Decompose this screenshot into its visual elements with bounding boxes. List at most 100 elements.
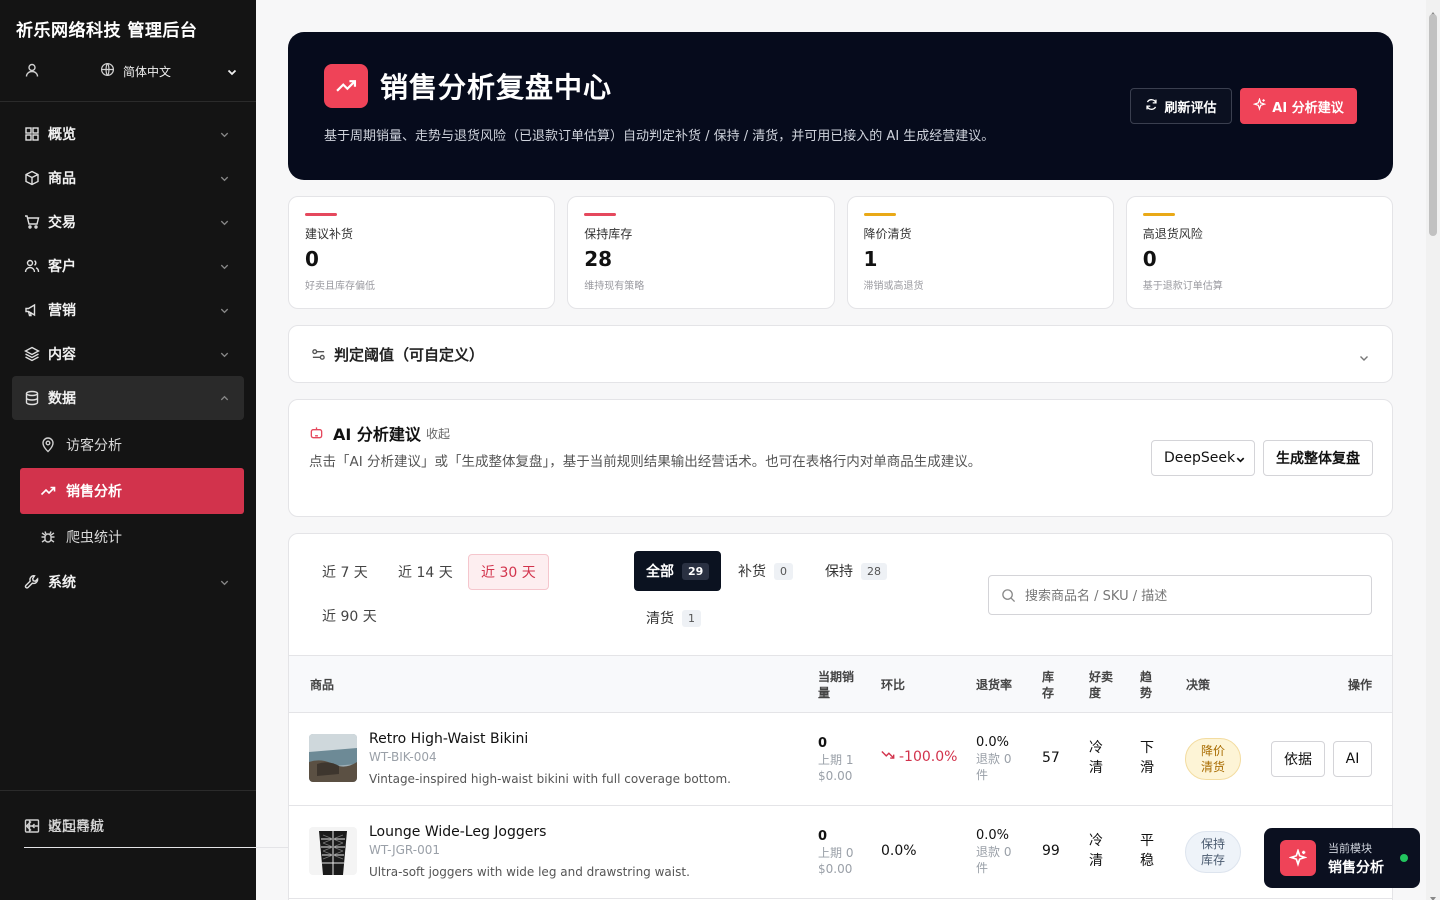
filter-label: 保持 — [825, 564, 853, 580]
ai-suggestion-panel: AI 分析建议 收起 点击「AI 分析建议」或「生成整体复盘」，基于当前规则结果… — [288, 399, 1393, 517]
sales-prev: 上期 1 — [818, 753, 854, 767]
nav-label: 交易 — [48, 215, 76, 231]
nav-item-content[interactable]: 内容 — [12, 332, 244, 376]
product-thumbnail — [309, 827, 357, 875]
chevron-up-icon — [219, 392, 230, 403]
generate-review-button[interactable]: 生成整体复盘 — [1263, 440, 1373, 476]
card-value: 1 — [863, 247, 878, 271]
panel-collapse-icon — [24, 818, 40, 834]
scroll-down-icon[interactable] — [1429, 888, 1437, 900]
sidebar-item-visitor-analysis[interactable]: 访客分析 — [20, 422, 244, 468]
nav-item-customers[interactable]: 客户 — [12, 244, 244, 288]
trend-value: 下滑 — [1140, 740, 1154, 776]
sidebar: 祈乐网络科技 管理后台 简体中文 概览 商品 交易 客户 营销 内容 数据 访客… — [0, 0, 1129, 900]
sparkle-icon — [1280, 840, 1316, 876]
stock-value: 57 — [1042, 750, 1060, 766]
basis-button[interactable]: 依据 — [1271, 741, 1325, 777]
nav-item-marketing[interactable]: 营销 — [12, 288, 244, 332]
nav-label: 客户 — [48, 259, 76, 275]
sub-label: 销售分析 — [66, 484, 122, 500]
scroll-up-icon[interactable] — [1429, 3, 1437, 16]
sidebar-top-controls: 简体中文 — [0, 56, 256, 86]
trend-icon — [40, 483, 56, 499]
ai-label: AI 分析建议 — [1272, 100, 1344, 116]
search-icon — [1001, 588, 1016, 603]
filter-tab-all[interactable]: 全部 29 — [634, 551, 722, 591]
page-scrollbar[interactable] — [1426, 0, 1440, 900]
nav-label: 概览 — [48, 127, 76, 143]
nav-item-overview[interactable]: 概览 — [12, 112, 244, 156]
th-mom: 环比 — [881, 678, 906, 692]
th-sales: 当期销量 — [818, 670, 855, 700]
card-sub: 好卖且库存偏低 — [305, 281, 375, 292]
nav-item-products[interactable]: 商品 — [12, 156, 244, 200]
filter-tab-clearance[interactable]: 清货 1 — [634, 598, 713, 638]
chevron-down-icon[interactable] — [226, 63, 238, 76]
sidebar-item-crawler-stats[interactable]: 爬虫统计 — [20, 514, 244, 560]
nav-item-data[interactable]: 数据 — [12, 376, 244, 420]
sales-amount: $0.00 — [818, 862, 853, 876]
card-sub: 滞销或高退货 — [863, 281, 924, 292]
card-value: 0 — [1142, 247, 1157, 271]
nav-item-system[interactable]: 系统 — [12, 560, 244, 604]
product-description: Vintage-inspired high-waist bikini with … — [369, 772, 731, 786]
chevron-down-icon — [1358, 349, 1370, 361]
product-name[interactable]: Retro High-Waist Bikini — [369, 731, 528, 747]
popularity-value: 冷清 — [1089, 740, 1103, 776]
current-module-widget[interactable]: 当前模块 销售分析 — [1264, 828, 1420, 888]
model-select[interactable]: DeepSeek — [1151, 440, 1255, 476]
row-ai-button[interactable]: AI — [1333, 741, 1372, 777]
card-accent — [584, 213, 617, 216]
refresh-evaluation-button[interactable]: 刷新评估 — [1130, 88, 1232, 124]
filter-label: 补货 — [738, 564, 766, 580]
chevron-down-icon — [219, 216, 230, 227]
search-input[interactable] — [1025, 585, 1355, 607]
layers-icon — [24, 346, 40, 362]
table-header: 商品 当期销量 环比 退货率 库存 好卖度 趋势 决策 操作 — [289, 655, 1392, 713]
card-sub: 基于退款订单估算 — [1142, 281, 1223, 292]
nav-item-trade[interactable]: 交易 — [12, 200, 244, 244]
period-7-days[interactable]: 近 7 天 — [310, 554, 380, 590]
product-sku: WT-JGR-001 — [369, 843, 441, 857]
filter-tab-keep[interactable]: 保持 28 — [813, 551, 899, 591]
period-30-days[interactable]: 近 30 天 — [468, 554, 549, 590]
wrench-icon — [24, 574, 40, 590]
sales-value: 0 — [818, 736, 828, 751]
trend-icon — [324, 64, 368, 108]
refresh-label: 刷新评估 — [1164, 100, 1217, 116]
ai-analysis-button[interactable]: AI 分析建议 — [1240, 88, 1357, 124]
period-90-days[interactable]: 近 90 天 — [310, 598, 389, 634]
chevron-down-icon — [219, 304, 230, 315]
scrollbar-thumb[interactable] — [1429, 14, 1437, 236]
sales-cell: 0 上期 0 $0.00 — [818, 828, 853, 877]
current-module-name: 销售分析 — [1328, 860, 1384, 876]
card-label: 高退货风险 — [1142, 227, 1203, 241]
mom-cell: 0.0% — [881, 843, 917, 859]
sales-value: 0 — [818, 829, 828, 844]
sliders-icon — [311, 347, 326, 362]
product-name[interactable]: Lounge Wide-Leg Joggers — [369, 824, 546, 840]
divider — [0, 790, 256, 791]
return-rate: 0.0% — [976, 828, 1010, 843]
trend-value: 平稳 — [1140, 833, 1154, 869]
th-popularity: 好卖度 — [1089, 670, 1114, 700]
card-sub: 维持现有策略 — [584, 281, 645, 292]
ai-panel-description: 点击「AI 分析建议」或「生成整体复盘」，基于当前规则结果输出经营话术。也可在表… — [309, 454, 982, 470]
nav-label: 系统 — [48, 575, 76, 591]
product-thumbnail — [309, 734, 357, 782]
language-selector[interactable]: 简体中文 — [100, 60, 171, 82]
threshold-panel-toggle[interactable]: 判定阈值（可自定义） — [288, 325, 1393, 383]
user-icon[interactable] — [24, 62, 40, 78]
decision-badge: 保持库存 — [1185, 831, 1241, 873]
card-label: 建议补货 — [305, 227, 354, 241]
divider — [0, 101, 256, 102]
robot-icon — [309, 425, 324, 440]
th-trend: 趋势 — [1140, 670, 1153, 700]
filter-tab-restock[interactable]: 补货 0 — [726, 551, 805, 591]
period-14-days[interactable]: 近 14 天 — [386, 554, 465, 590]
hero-banner: 销售分析复盘中心 基于周期销量、走势与退货风险（已退款订单估算）自动判定补货 /… — [288, 32, 1393, 180]
sidebar-item-sales-analysis[interactable]: 销售分析 — [20, 468, 244, 514]
table-row: Retro High-Waist Bikini WT-BIK-004 Vinta… — [289, 713, 1392, 806]
stat-card-keep: 保持库存 28 维持现有策略 — [567, 196, 835, 309]
collapse-link[interactable]: 收起 — [426, 425, 450, 442]
